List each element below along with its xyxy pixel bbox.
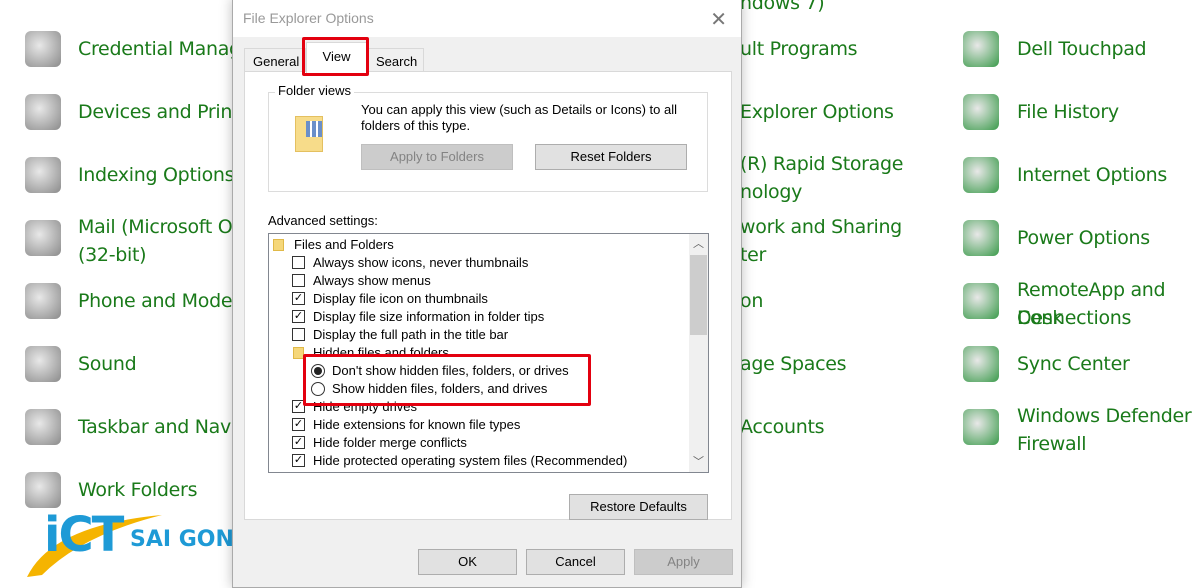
cancel-button[interactable]: Cancel — [526, 549, 625, 575]
control-panel-item-label-2: Firewall — [1017, 433, 1087, 455]
setting-label: Always show icons, never thumbnails — [313, 255, 529, 270]
control-panel-item-label: ult Programs — [740, 38, 858, 60]
folder-views-description: You can apply this view (such as Details… — [361, 102, 678, 117]
checkbox[interactable]: ✓ — [292, 436, 305, 449]
logo-text: iCT — [44, 507, 124, 563]
title-bar: File Explorer Options ✕ — [233, 0, 741, 37]
scrollbar-thumb[interactable] — [690, 255, 707, 335]
folder-views-icon — [295, 116, 323, 152]
tab-label: Search — [376, 54, 418, 69]
reset-folders-button[interactable]: Reset Folders — [535, 144, 687, 170]
control-panel-item-label: Dell Touchpad — [1017, 38, 1147, 60]
checkbox[interactable] — [292, 274, 305, 287]
devices-printers-icon — [25, 94, 61, 130]
control-panel-item-label-2: Connections — [1017, 307, 1132, 329]
restore-defaults-button[interactable]: Restore Defaults — [569, 494, 708, 520]
indexing-options-icon — [25, 157, 61, 193]
checkbox[interactable] — [292, 328, 305, 341]
checkbox[interactable]: ✓ — [292, 418, 305, 431]
folder-views-description-2: folders of this type. — [361, 118, 471, 133]
setting-label: Display file icon on thumbnails — [313, 291, 488, 306]
control-panel-item-label: Internet Options — [1017, 164, 1167, 186]
setting-label: Files and Folders — [294, 237, 394, 252]
setting-label: Hide protected operating system files (R… — [313, 453, 628, 468]
checkbox[interactable]: ✓ — [292, 292, 305, 305]
ok-button[interactable]: OK — [418, 549, 517, 575]
checkbox[interactable] — [292, 256, 305, 269]
taskbar-icon — [25, 409, 61, 445]
tab-general[interactable]: General — [244, 48, 306, 72]
sound-icon — [25, 346, 61, 382]
credential-manager-icon — [25, 31, 61, 67]
setting-label: Display file size information in folder … — [313, 309, 545, 324]
checkbox[interactable]: ✓ — [292, 310, 305, 323]
scrollbar[interactable]: ︿ ﹀ — [689, 234, 708, 472]
apply-to-folders-button[interactable]: Apply to Folders — [361, 144, 513, 170]
control-panel-item-label: Power Options — [1017, 227, 1150, 249]
control-panel-item-label: Sound — [78, 353, 137, 375]
control-panel-item-label: ndows 7) — [740, 0, 825, 14]
tab-label: General — [253, 54, 300, 69]
setting-label: Hide folder merge conflicts — [313, 435, 467, 450]
control-panel-item-label: age Spaces — [740, 353, 847, 375]
setting-label: Hide extensions for known file types — [313, 417, 521, 432]
control-panel-item-label: work and Sharing — [740, 216, 902, 238]
phone-modem-icon — [25, 283, 61, 319]
dialog-title: File Explorer Options — [243, 10, 374, 26]
control-panel-item-label: Taskbar and Navig — [78, 416, 248, 438]
control-panel-item-label: File History — [1017, 101, 1119, 123]
control-panel-item-label: Devices and Printe — [78, 101, 251, 123]
internet-options-icon — [963, 157, 999, 193]
advanced-settings-list[interactable]: ︿ ﹀ Files and Folders Always show icons, … — [268, 233, 709, 473]
control-panel-item-label: Mail (Microsoft O — [78, 216, 233, 238]
control-panel-item-label: (R) Rapid Storage — [740, 153, 904, 175]
apply-button[interactable]: Apply — [634, 549, 733, 575]
control-panel-item-label-2: nology — [740, 181, 803, 203]
touchpad-icon — [963, 31, 999, 67]
control-panel-item-label-2: ter — [740, 244, 767, 266]
view-tab-panel: Folder views You can apply this view (su… — [244, 71, 732, 520]
file-history-icon — [963, 94, 999, 130]
close-icon[interactable]: ✕ — [710, 7, 727, 32]
control-panel-item-label: Windows Defender — [1017, 405, 1192, 427]
setting-label: Display the full path in the title bar — [313, 327, 509, 342]
control-panel-item-label: Explorer Options — [740, 101, 894, 123]
control-panel-item-label: Accounts — [740, 416, 825, 438]
highlight-box-view-tab — [302, 37, 369, 76]
remoteapp-icon — [963, 283, 999, 319]
tab-search[interactable]: Search — [367, 48, 424, 72]
setting-label: Always show menus — [313, 273, 431, 288]
control-panel-item-label-2: (32-bit) — [78, 244, 147, 266]
mail-icon — [25, 220, 61, 256]
work-folders-icon — [25, 472, 61, 508]
file-explorer-options-dialog: File Explorer Options ✕ General View Sea… — [232, 0, 742, 588]
control-panel-item-label: Credential Manag — [78, 38, 241, 60]
advanced-settings-label: Advanced settings: — [268, 213, 378, 228]
control-panel-item-label: Indexing Options — [78, 164, 235, 186]
watermark-logo: iCT SAI GON — [22, 505, 262, 585]
control-panel-item-label: on — [740, 290, 764, 312]
firewall-icon — [963, 409, 999, 445]
control-panel-item-label: Sync Center — [1017, 353, 1130, 375]
scroll-up-icon[interactable]: ︿ — [689, 234, 708, 254]
folder-views-label: Folder views — [275, 83, 354, 98]
scroll-down-icon[interactable]: ﹀ — [689, 452, 708, 472]
sync-center-icon — [963, 346, 999, 382]
folder-icon — [273, 239, 284, 251]
checkbox[interactable]: ✓ — [292, 454, 305, 467]
logo-text-2: SAI GON — [130, 527, 234, 552]
power-options-icon — [963, 220, 999, 256]
control-panel-item-label: Phone and Moder — [78, 290, 240, 312]
highlight-box-hidden-files — [303, 354, 591, 406]
control-panel-item-label: Work Folders — [78, 479, 198, 501]
